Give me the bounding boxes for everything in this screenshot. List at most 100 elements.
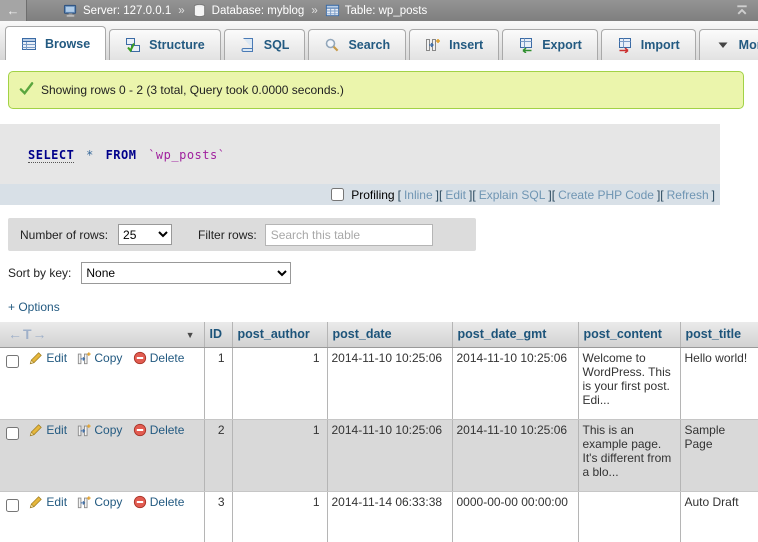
edit-action[interactable]: Edit bbox=[29, 351, 67, 365]
edit-link[interactable]: Edit bbox=[46, 495, 67, 509]
number-of-rows-select[interactable]: 25 bbox=[118, 224, 172, 245]
cell-post-author[interactable]: 1 bbox=[232, 419, 327, 491]
copy-action[interactable]: Copy bbox=[77, 423, 122, 437]
delete-link[interactable]: Delete bbox=[150, 423, 185, 437]
query-actions-bar: Profiling [Inline][Edit][Explain SQL][Cr… bbox=[0, 184, 720, 205]
edit-action[interactable]: Edit bbox=[29, 423, 67, 437]
query-link-refresh[interactable]: Refresh bbox=[667, 188, 709, 202]
cell-id[interactable]: 1 bbox=[204, 347, 232, 419]
sort-by-key-row: Sort by key: None bbox=[8, 262, 758, 284]
tab-label: Import bbox=[641, 38, 680, 52]
copy-action[interactable]: Copy bbox=[77, 351, 122, 365]
rows-control-bar: Number of rows: 25 Filter rows: bbox=[8, 218, 476, 251]
copy-link[interactable]: Copy bbox=[94, 423, 122, 437]
query-link-edit[interactable]: Edit bbox=[445, 188, 466, 202]
sql-table-name: `wp_posts` bbox=[148, 148, 225, 162]
transpose-control[interactable]: ←T→ bbox=[5, 326, 48, 342]
cell-post-date[interactable]: 2014-11-10 10:25:06 bbox=[327, 347, 452, 419]
breadcrumb-database[interactable]: Database: myblog bbox=[212, 5, 305, 17]
edit-action[interactable]: Edit bbox=[29, 495, 67, 509]
delete-icon bbox=[133, 423, 147, 437]
copy-link[interactable]: Copy bbox=[94, 351, 122, 365]
tab-insert[interactable]: Insert bbox=[409, 29, 499, 60]
sql-keyword-select: SELECT bbox=[28, 148, 74, 163]
breadcrumb-server[interactable]: Server: 127.0.0.1 bbox=[83, 5, 171, 17]
bracket: [ bbox=[552, 188, 555, 202]
sort-by-key-select[interactable]: None bbox=[81, 262, 291, 284]
tab-import[interactable]: Import bbox=[601, 29, 696, 60]
cell-post-author[interactable]: 1 bbox=[232, 347, 327, 419]
profiling-checkbox[interactable] bbox=[331, 188, 344, 201]
filter-rows-input[interactable] bbox=[265, 224, 433, 246]
row-actions-cell: Edit Copy Delete bbox=[0, 491, 204, 542]
cell-post-title[interactable]: Auto Draft bbox=[680, 491, 758, 542]
cell-post-content[interactable] bbox=[578, 491, 680, 542]
cell-post-date-gmt[interactable]: 2014-11-10 10:25:06 bbox=[452, 347, 578, 419]
cell-post-date[interactable]: 2014-11-10 10:25:06 bbox=[327, 419, 452, 491]
tab-label: Export bbox=[542, 38, 582, 52]
delete-action[interactable]: Delete bbox=[133, 495, 185, 509]
status-message: Showing rows 0 - 2 (3 total, Query took … bbox=[8, 71, 744, 109]
row-checkbox[interactable] bbox=[6, 499, 19, 512]
copy-icon bbox=[77, 495, 91, 509]
cell-post-title[interactable]: Hello world! bbox=[680, 347, 758, 419]
edit-link[interactable]: Edit bbox=[46, 351, 67, 365]
bracket: [ bbox=[472, 188, 475, 202]
tab-sql[interactable]: SQL bbox=[224, 29, 306, 60]
tab-search[interactable]: Search bbox=[308, 29, 406, 60]
bracket: ] bbox=[712, 188, 715, 202]
row-checkbox[interactable] bbox=[6, 355, 19, 368]
breadcrumb-separator: » bbox=[311, 5, 317, 17]
cell-post-author[interactable]: 1 bbox=[232, 491, 327, 542]
sql-keyword-from: FROM bbox=[106, 148, 137, 162]
delete-action[interactable]: Delete bbox=[133, 423, 185, 437]
cell-id[interactable]: 2 bbox=[204, 419, 232, 491]
cell-post-date-gmt[interactable]: 0000-00-00 00:00:00 bbox=[452, 491, 578, 542]
table-row: Edit Copy Delete 3 1 2014-11-14 06:33:38… bbox=[0, 491, 758, 542]
cell-post-content[interactable]: This is an example page. It's different … bbox=[578, 419, 680, 491]
tab-browse[interactable]: Browse bbox=[5, 26, 106, 60]
filter-rows-label: Filter rows: bbox=[198, 228, 257, 242]
tab-structure[interactable]: Structure bbox=[109, 29, 221, 60]
cell-post-date[interactable]: 2014-11-14 06:33:38 bbox=[327, 491, 452, 542]
table-header-row: ←T→ ▼ ID post_author post_date post_date… bbox=[0, 322, 758, 347]
sql-star: * bbox=[86, 148, 94, 162]
tab-more[interactable]: More bbox=[699, 29, 758, 60]
breadcrumb-separator: » bbox=[178, 5, 184, 17]
header-post-content[interactable]: post_content bbox=[578, 322, 680, 347]
tab-label: Structure bbox=[149, 38, 205, 52]
sql-query-text: SELECT * FROM `wp_posts` bbox=[0, 124, 720, 184]
cell-post-title[interactable]: Sample Page bbox=[680, 419, 758, 491]
delete-link[interactable]: Delete bbox=[150, 351, 185, 365]
insert-icon bbox=[425, 37, 441, 53]
delete-link[interactable]: Delete bbox=[150, 495, 185, 509]
delete-action[interactable]: Delete bbox=[133, 351, 185, 365]
query-link-inline[interactable]: Inline bbox=[404, 188, 433, 202]
query-link-explain-sql[interactable]: Explain SQL bbox=[479, 188, 546, 202]
sort-indicator-icon[interactable]: ▼ bbox=[186, 330, 195, 340]
search-icon bbox=[324, 37, 340, 53]
header-post-date-gmt[interactable]: post_date_gmt bbox=[452, 322, 578, 347]
edit-link[interactable]: Edit bbox=[46, 423, 67, 437]
header-actions[interactable]: ←T→ ▼ bbox=[0, 322, 204, 347]
bracket: [ bbox=[660, 188, 663, 202]
back-button[interactable]: ← bbox=[0, 0, 27, 21]
header-post-author[interactable]: post_author bbox=[232, 322, 327, 347]
collapse-panel-icon[interactable] bbox=[734, 3, 750, 18]
tab-label: Search bbox=[348, 38, 390, 52]
row-checkbox[interactable] bbox=[6, 427, 19, 440]
header-post-date[interactable]: post_date bbox=[327, 322, 452, 347]
header-id[interactable]: ID bbox=[204, 322, 232, 347]
options-toggle-link[interactable]: + Options bbox=[8, 300, 60, 314]
cell-id[interactable]: 3 bbox=[204, 491, 232, 542]
query-link-create-php-code[interactable]: Create PHP Code bbox=[558, 188, 654, 202]
header-post-title[interactable]: post_title bbox=[680, 322, 758, 347]
delete-icon bbox=[133, 495, 147, 509]
copy-link[interactable]: Copy bbox=[94, 495, 122, 509]
copy-action[interactable]: Copy bbox=[77, 495, 122, 509]
cell-post-content[interactable]: Welcome to WordPress. This is your first… bbox=[578, 347, 680, 419]
cell-post-date-gmt[interactable]: 2014-11-10 10:25:06 bbox=[452, 419, 578, 491]
tab-export[interactable]: Export bbox=[502, 29, 598, 60]
breadcrumb-table[interactable]: Table: wp_posts bbox=[345, 5, 427, 17]
sql-query-box: SELECT * FROM `wp_posts` Profiling [Inli… bbox=[0, 124, 720, 205]
